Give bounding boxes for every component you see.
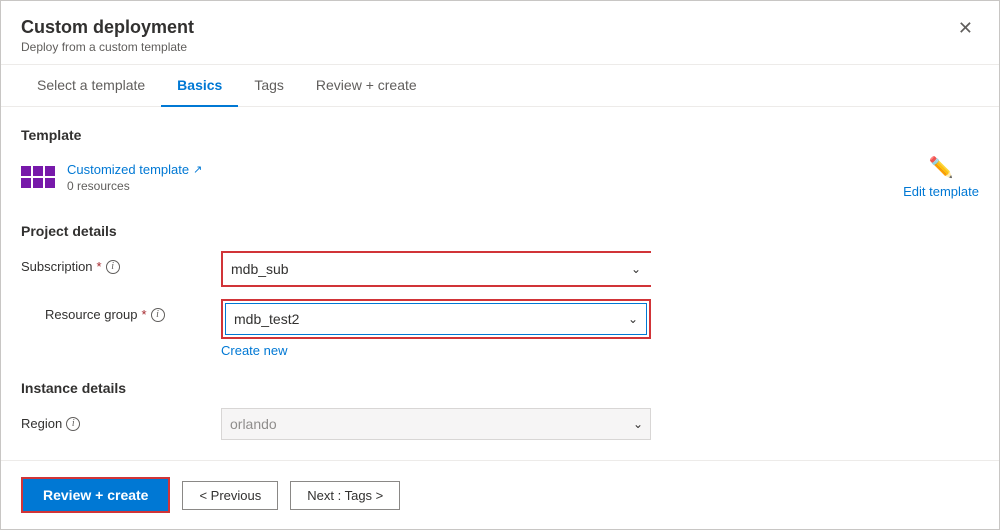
dialog-subtitle: Deploy from a custom template	[21, 40, 194, 54]
resource-group-required: *	[142, 307, 147, 322]
review-create-button[interactable]: Review + create	[21, 477, 170, 513]
resource-group-label: Resource group * i	[45, 299, 221, 322]
pencil-icon: ✏️	[929, 155, 954, 180]
dialog-title: Custom deployment	[21, 17, 194, 38]
resource-group-outer-wrapper: ⌄	[221, 299, 651, 339]
project-details-section: Project details Subscription * i mdb_sub…	[21, 223, 979, 360]
template-resources: 0 resources	[67, 179, 202, 193]
subscription-row: Subscription * i mdb_sub ⌄	[21, 251, 979, 287]
previous-button[interactable]: < Previous	[182, 481, 278, 510]
region-info-icon[interactable]: i	[66, 417, 80, 431]
instance-details-section: Instance details Region i orlando ⌄	[21, 380, 979, 440]
grid-cell-4	[21, 178, 31, 188]
grid-cell-3	[45, 166, 55, 176]
edit-template-button[interactable]: ✏️ Edit template	[903, 155, 979, 199]
template-name-link[interactable]: Customized template ↗	[67, 162, 202, 177]
subscription-select-wrapper: mdb_sub ⌄	[221, 251, 651, 287]
custom-deployment-dialog: Custom deployment Deploy from a custom t…	[0, 0, 1000, 530]
dialog-title-area: Custom deployment Deploy from a custom t…	[21, 17, 194, 54]
grid-cell-2	[33, 166, 43, 176]
external-link-icon: ↗	[193, 163, 202, 176]
create-new-link[interactable]: Create new	[221, 343, 287, 358]
grid-cell-5	[33, 178, 43, 188]
region-select-wrapper: orlando ⌄	[221, 408, 651, 440]
tab-tags[interactable]: Tags	[238, 65, 300, 107]
resource-group-row: Resource group * i ⌄ Create new	[45, 299, 979, 360]
template-grid-icon	[21, 166, 55, 188]
region-label: Region i	[21, 408, 221, 431]
tab-basics[interactable]: Basics	[161, 65, 238, 107]
instance-details-title: Instance details	[21, 380, 979, 396]
subscription-required: *	[97, 259, 102, 274]
project-details-title: Project details	[21, 223, 979, 239]
subscription-info-icon[interactable]: i	[106, 260, 120, 274]
template-section: Customized template ↗ 0 resources ✏️ Edi…	[21, 155, 979, 199]
resource-group-control: ⌄ Create new	[221, 299, 651, 360]
subscription-select[interactable]: mdb_sub	[223, 253, 653, 285]
region-select: orlando	[221, 408, 651, 440]
dialog-footer: Review + create < Previous Next : Tags >	[1, 460, 999, 529]
tab-bar: Select a template Basics Tags Review + c…	[1, 65, 999, 107]
dialog-header: Custom deployment Deploy from a custom t…	[1, 1, 999, 65]
close-button[interactable]: ✕	[952, 17, 979, 39]
template-text: Customized template ↗ 0 resources	[67, 162, 202, 193]
region-control: orlando ⌄	[221, 408, 651, 440]
main-content: Template Customized template ↗ 0 resour	[1, 107, 999, 460]
resource-group-info-icon[interactable]: i	[151, 308, 165, 322]
tab-review-create[interactable]: Review + create	[300, 65, 433, 107]
resource-group-chevron[interactable]: ⌄	[620, 312, 646, 326]
subscription-control: mdb_sub ⌄	[221, 251, 651, 287]
next-button[interactable]: Next : Tags >	[290, 481, 400, 510]
resource-group-inner: ⌄	[225, 303, 647, 335]
template-info: Customized template ↗ 0 resources	[21, 162, 202, 193]
resource-group-input[interactable]	[226, 304, 620, 334]
template-section-title: Template	[21, 127, 979, 143]
region-row: Region i orlando ⌄	[21, 408, 979, 440]
grid-cell-6	[45, 178, 55, 188]
tab-select-template[interactable]: Select a template	[21, 65, 161, 107]
grid-cell-1	[21, 166, 31, 176]
subscription-label: Subscription * i	[21, 251, 221, 274]
subscription-inner: mdb_sub ⌄	[223, 253, 649, 285]
